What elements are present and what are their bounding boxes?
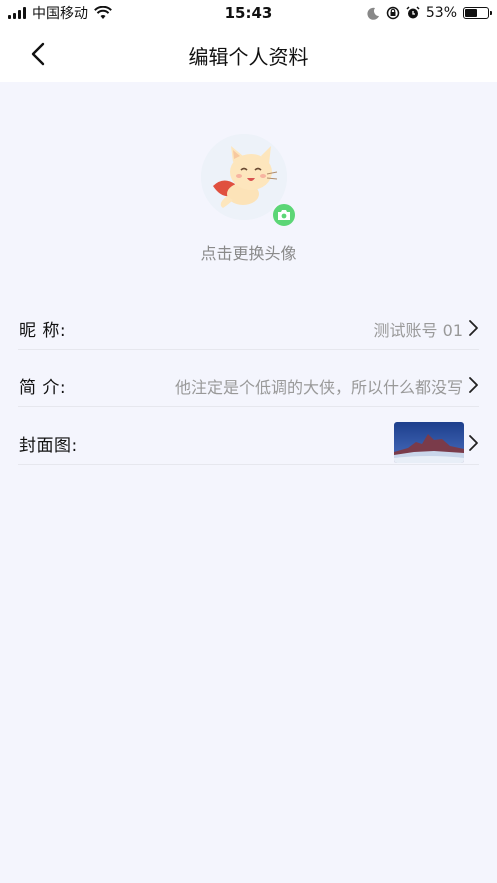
rotation-lock-icon [386, 6, 400, 20]
cover-image-label: 封面图: [19, 436, 78, 456]
cover-image-thumbnail [394, 422, 464, 463]
nickname-row[interactable]: 昵 称: 测试账号 01 [18, 306, 479, 350]
cover-image-row[interactable]: 封面图: [18, 421, 479, 465]
camera-icon [278, 210, 290, 220]
battery-percent: 53% [425, 5, 457, 21]
battery-level [465, 9, 477, 17]
moon-icon [367, 7, 379, 20]
change-avatar-label[interactable]: 点击更换头像 [0, 240, 497, 264]
nickname-value: 测试账号 01 [373, 321, 463, 340]
page-title: 编辑个人资料 [188, 45, 309, 69]
chevron-right-icon [469, 435, 478, 451]
chevron-right-icon [469, 320, 478, 336]
nickname-label: 昵 称: [19, 321, 67, 341]
chevron-right-icon [469, 377, 478, 393]
landscape-image [394, 422, 464, 463]
bio-row[interactable]: 简 介: 他注定是个低调的大侠，所以什么都没写 [18, 363, 479, 407]
bio-label: 简 介: [19, 378, 67, 398]
alarm-icon [406, 6, 420, 19]
nav-bar: 编辑个人资料 [0, 26, 497, 82]
camera-badge[interactable] [271, 202, 297, 228]
status-bar: 中国移动 15:43 53% [0, 0, 497, 26]
battery-icon [463, 7, 492, 19]
status-right: 53% [367, 3, 492, 23]
avatar-button[interactable] [201, 134, 297, 230]
bio-value: 他注定是个低调的大侠，所以什么都没写 [174, 378, 463, 397]
